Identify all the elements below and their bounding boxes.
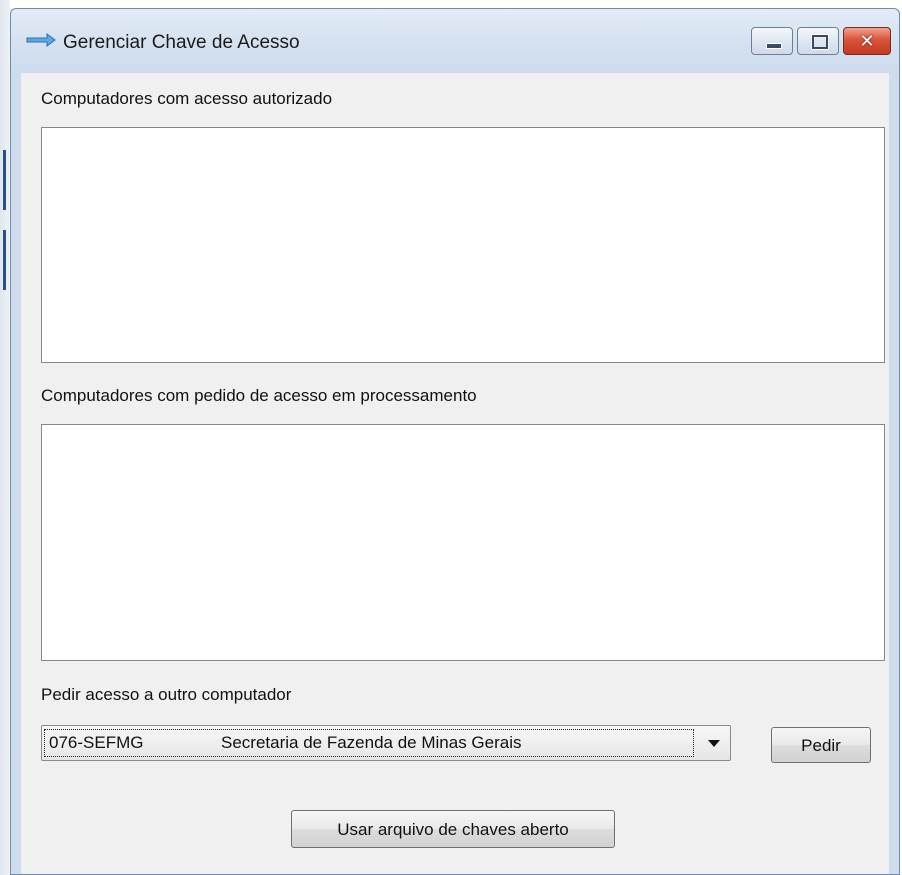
title-bar[interactable]: Gerenciar Chave de Acesso ✕	[11, 9, 899, 73]
close-icon: ✕	[859, 31, 875, 51]
computer-select-value: 076-SEFMG Secretaria de Fazenda de Minas…	[44, 729, 694, 757]
desktop-background	[0, 0, 10, 875]
window-controls: ✕	[751, 27, 891, 55]
authorized-label: Computadores com acesso autorizado	[41, 89, 333, 108]
computer-code: 076-SEFMG	[49, 733, 144, 752]
pending-computers-list[interactable]	[41, 424, 885, 661]
dialog-body: Computadores com acesso autorizado Compu…	[21, 73, 889, 874]
arrow-icon	[25, 33, 57, 47]
authorized-computers-list[interactable]	[41, 127, 885, 363]
maximize-button[interactable]	[797, 27, 839, 55]
computer-name: Secretaria de Fazenda de Minas Gerais	[221, 733, 522, 752]
request-other-label: Pedir acesso a outro computador	[41, 685, 292, 704]
maximize-icon	[812, 35, 828, 49]
minimize-icon	[766, 43, 782, 49]
pending-label: Computadores com pedido de acesso em pro…	[41, 386, 477, 405]
request-button[interactable]: Pedir	[771, 727, 871, 763]
desktop-edge-mark	[3, 150, 6, 210]
use-keyfile-button[interactable]: Usar arquivo de chaves aberto	[291, 810, 615, 848]
window-title: Gerenciar Chave de Acesso	[63, 32, 300, 53]
minimize-button[interactable]	[751, 27, 793, 55]
computer-select[interactable]: 076-SEFMG Secretaria de Fazenda de Minas…	[41, 725, 731, 761]
dialog-window: Gerenciar Chave de Acesso ✕ Computadores…	[10, 8, 900, 875]
chevron-down-icon[interactable]	[708, 740, 720, 747]
close-button[interactable]: ✕	[843, 27, 891, 55]
desktop-edge-mark	[3, 230, 6, 290]
